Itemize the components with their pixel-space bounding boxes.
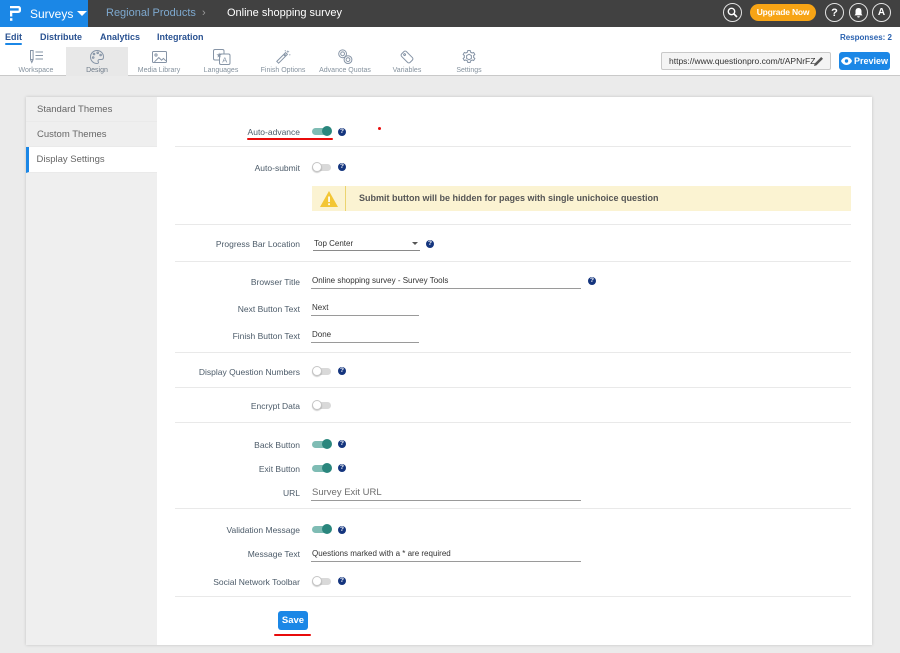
- svg-text:A: A: [222, 56, 227, 65]
